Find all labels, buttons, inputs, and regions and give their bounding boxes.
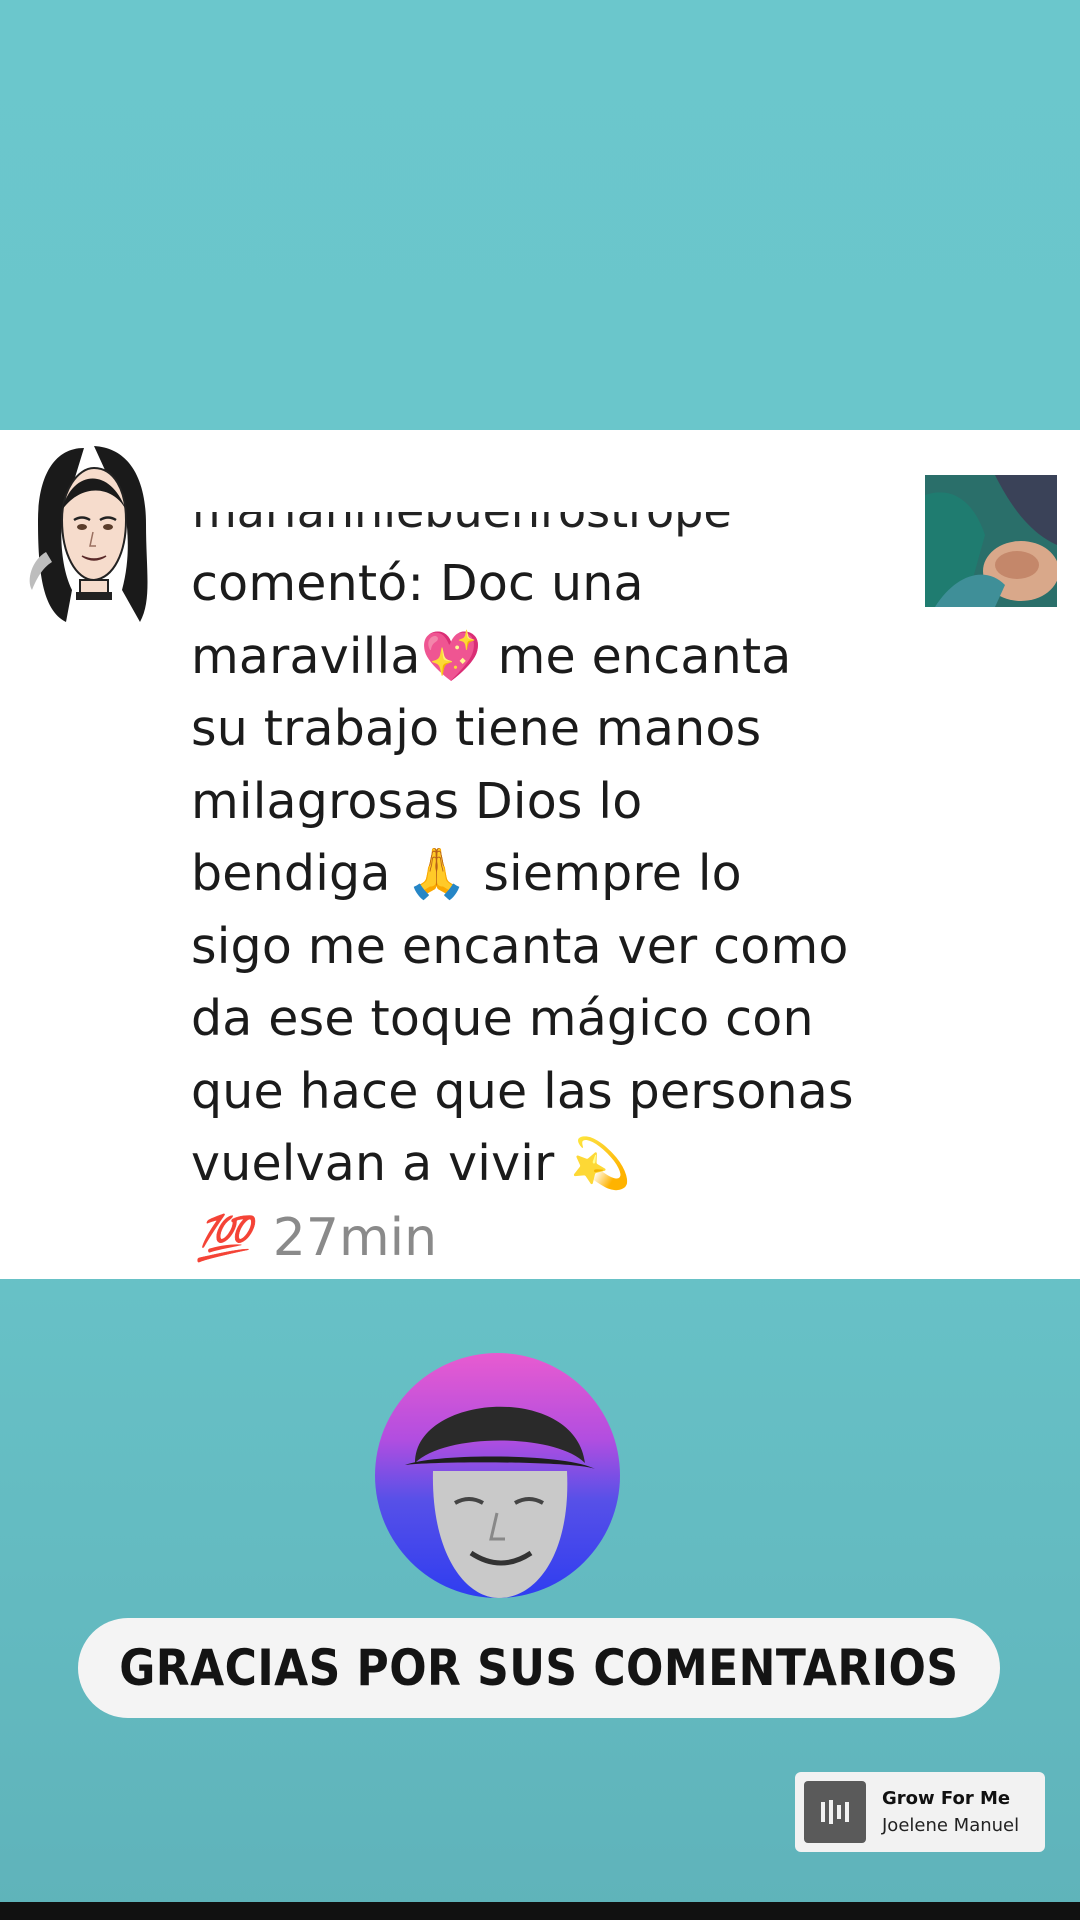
clipped-username-line: marianniebuenrostrope: [192, 512, 782, 538]
music-title: Grow For Me: [882, 1788, 1011, 1809]
banner-text: GRACIAS POR SUS COMENTARIOS: [119, 1639, 959, 1697]
bottom-edge-bar: [0, 1902, 1080, 1920]
comment-line: maravilla💖 me encanta: [191, 627, 792, 685]
post-thumbnail[interactable]: [925, 475, 1057, 607]
hundred-points-icon: 💯: [196, 1213, 251, 1264]
thanks-banner: GRACIAS POR SUS COMENTARIOS: [78, 1618, 1000, 1718]
comment-line: bendiga 🙏 siempre lo: [191, 845, 742, 902]
comment-timestamp: 27min: [272, 1208, 438, 1268]
responder-avatar[interactable]: [375, 1353, 620, 1598]
comment-footer: 💯 27min: [196, 1203, 437, 1273]
comment-line: comentó: Doc una: [191, 555, 644, 612]
music-sticker[interactable]: Grow For Me Joelene Manuel: [795, 1772, 1045, 1852]
comment-text: comentó: Doc una maravilla💖 me encanta s…: [191, 548, 911, 1201]
commenter-avatar[interactable]: [22, 440, 162, 630]
music-artist: Joelene Manuel: [882, 1815, 1020, 1836]
responder-portrait: [405, 1406, 595, 1598]
comment-line: milagrosas Dios lo: [191, 772, 643, 830]
music-sticker-icon: [804, 1781, 866, 1843]
comment-line: vuelvan a vivir 💫: [191, 1135, 632, 1192]
post-thumbnail-image: [925, 475, 1057, 607]
music-meta: Grow For Me Joelene Manuel: [882, 1785, 1019, 1839]
comment-line: sigo me encanta ver como: [191, 917, 849, 975]
comment-line: da ese toque mágico con: [191, 990, 814, 1047]
comment-line: que hace que las personas: [191, 1062, 854, 1120]
comment-line: su trabajo tiene manos: [191, 700, 762, 757]
